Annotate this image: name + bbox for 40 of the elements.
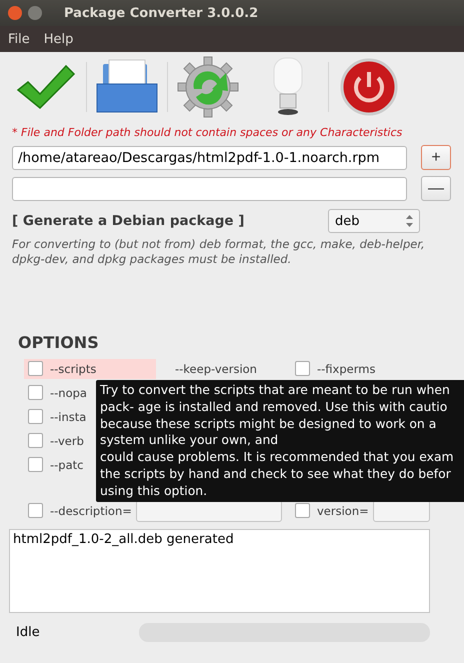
path-field[interactable] (12, 176, 407, 200)
checkbox[interactable] (28, 385, 43, 400)
tooltip-line: because these scripts might be designed to work on a (100, 416, 436, 432)
option-checkbox[interactable]: --scripts (24, 358, 156, 378)
checkbox[interactable] (295, 503, 310, 518)
options-heading: OPTIONS (18, 333, 100, 352)
tooltip-line: using this option. (100, 482, 208, 500)
checkbox[interactable] (28, 361, 43, 376)
tooltip-line: pack- age is installed and removed. Use this with cautio (100, 398, 448, 416)
help-text: For converting to (but not from) deb format, the gcc, make, deb-helper, dpkg-dev, and dpkg packages must be installed. (12, 237, 426, 267)
option-checkbox[interactable]: --fixperms (291, 358, 423, 378)
status-text: Idle (16, 625, 41, 640)
checkbox[interactable] (28, 409, 43, 424)
option-checkbox[interactable]: --description= (24, 500, 132, 520)
option-checkbox[interactable]: version= (291, 500, 369, 520)
menu-item[interactable]: Help (44, 32, 74, 46)
format-select[interactable]: deb (328, 209, 420, 233)
checkbox[interactable] (28, 457, 43, 472)
option-label: --keep-version (175, 362, 257, 376)
path-field[interactable]: /home/atareao/Descargas/html2pdf-1.0-1.noarch.rpm (12, 146, 407, 170)
tooltip-line: Try to convert the scripts that are meant to be run when (100, 382, 450, 399)
checkbox[interactable] (295, 361, 310, 376)
tooltip-line: system unlike your own, and (100, 432, 278, 450)
tooltip-line: could cause problems. It is recommended that you exam (100, 449, 454, 466)
menu-item[interactable]: File (8, 32, 30, 46)
close-button[interactable] (8, 6, 22, 20)
checkbox[interactable] (28, 503, 43, 518)
minimize-button[interactable] (28, 6, 42, 20)
remove-button[interactable]: — (421, 176, 451, 201)
tooltip-line: the scripts by hand and check to see what they do befor (100, 466, 451, 483)
log-area: html2pdf_1.0-2_all.deb generated (9, 529, 430, 613)
checkmark-icon[interactable] (16, 62, 76, 112)
power-icon[interactable] (340, 58, 398, 116)
window-title: Package Converter 3.0.0.2 (64, 6, 258, 20)
spinner-arrows-icon (406, 215, 413, 227)
section-label: [ Generate a Debian package ] (12, 213, 244, 229)
gear-refresh-icon[interactable] (176, 55, 240, 119)
add-button[interactable]: + (421, 145, 451, 170)
checkbox[interactable] (28, 433, 43, 448)
warning-text: * File and Folder path should not contain spaces or any Characteristics (12, 126, 404, 139)
